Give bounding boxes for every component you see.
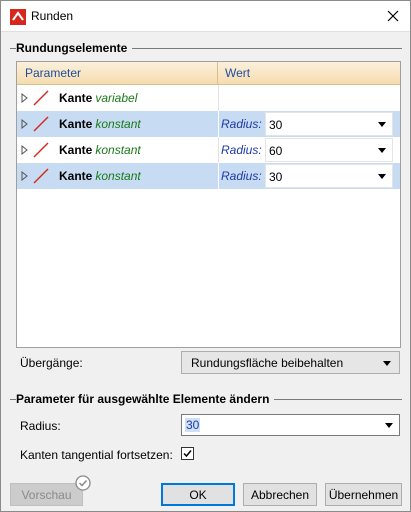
chevron-down-icon[interactable] bbox=[385, 423, 393, 428]
radius-value-combo[interactable]: 60 bbox=[265, 138, 393, 162]
row-label: Kante konstant bbox=[59, 143, 141, 157]
row-type: konstant bbox=[95, 169, 141, 183]
close-button[interactable] bbox=[376, 1, 410, 31]
radius-label: Radius: bbox=[20, 419, 61, 433]
edge-icon bbox=[33, 142, 49, 158]
tree-row[interactable]: Kante variabel bbox=[17, 85, 400, 111]
column-separator[interactable] bbox=[217, 62, 218, 85]
tree-row[interactable]: Kante konstant Radius: 30 bbox=[17, 111, 400, 137]
close-icon bbox=[387, 10, 399, 22]
edge-icon bbox=[33, 168, 49, 184]
radius-input[interactable]: 30 bbox=[185, 418, 201, 432]
column-divider bbox=[218, 137, 219, 163]
edge-icon bbox=[33, 90, 49, 106]
expand-arrow-icon[interactable] bbox=[21, 171, 29, 181]
row-type: konstant bbox=[95, 117, 141, 131]
app-icon bbox=[10, 9, 26, 25]
radius-value-combo[interactable]: 30 bbox=[265, 112, 393, 136]
edge-icon bbox=[33, 116, 49, 132]
row-param-label: Radius: bbox=[221, 143, 262, 157]
column-divider bbox=[218, 111, 219, 137]
tangential-label: Kanten tangential fortsetzen: bbox=[20, 448, 173, 462]
expand-arrow-icon[interactable] bbox=[21, 119, 29, 129]
dropdown-arrow-icon[interactable] bbox=[378, 148, 386, 153]
tree-header: Parameter Wert bbox=[17, 62, 400, 85]
transitions-label: Übergänge: bbox=[20, 356, 83, 370]
title-bar[interactable]: Runden bbox=[1, 1, 410, 32]
tangential-checkbox[interactable] bbox=[181, 447, 194, 460]
dropdown-arrow-icon[interactable] bbox=[378, 174, 386, 179]
apply-button[interactable]: Übernehmen bbox=[325, 483, 402, 506]
column-header-value[interactable]: Wert bbox=[225, 66, 250, 80]
radius-value: 30 bbox=[269, 118, 283, 132]
row-type: variabel bbox=[95, 91, 138, 105]
row-param-label: Radius: bbox=[221, 169, 262, 183]
dialog-window: Runden Rundungselemente Parameter Wert K… bbox=[0, 0, 411, 512]
elements-tree[interactable]: Parameter Wert Kante variabel Kante konsta… bbox=[16, 61, 401, 348]
cancel-button[interactable]: Abbrechen bbox=[243, 483, 317, 506]
column-header-parameter[interactable]: Parameter bbox=[25, 66, 81, 80]
radius-value: 60 bbox=[269, 144, 283, 158]
row-label: Kante konstant bbox=[59, 169, 141, 183]
row-label: Kante variabel bbox=[59, 91, 138, 105]
group-title-params: Parameter für ausgewählte Elemente änder… bbox=[16, 392, 275, 406]
row-label: Kante konstant bbox=[59, 117, 141, 131]
column-divider bbox=[218, 163, 219, 189]
expand-arrow-icon[interactable] bbox=[21, 145, 29, 155]
checkmark-icon bbox=[183, 450, 192, 458]
window-title: Runden bbox=[31, 9, 74, 23]
radius-input-value: 30 bbox=[185, 418, 201, 432]
transitions-value: Rundungsfläche beibehalten bbox=[191, 356, 344, 370]
chevron-down-icon bbox=[383, 361, 391, 366]
group-title-elements: Rundungselemente bbox=[16, 41, 133, 55]
radius-combo[interactable]: 30 bbox=[181, 414, 400, 436]
column-divider bbox=[218, 85, 219, 111]
radius-value: 30 bbox=[269, 170, 283, 184]
preview-check-icon bbox=[75, 475, 91, 491]
expand-arrow-icon[interactable] bbox=[21, 93, 29, 103]
ok-button[interactable]: OK bbox=[161, 483, 235, 506]
row-param-label: Radius: bbox=[221, 117, 262, 131]
row-type: konstant bbox=[95, 143, 141, 157]
transitions-dropdown[interactable]: Rundungsfläche beibehalten bbox=[181, 351, 400, 374]
dropdown-arrow-icon[interactable] bbox=[378, 122, 386, 127]
preview-button[interactable]: Vorschau bbox=[10, 483, 83, 506]
radius-value-combo[interactable]: 30 bbox=[265, 164, 393, 188]
tree-row[interactable]: Kante konstant Radius: 30 bbox=[17, 163, 400, 189]
tree-row[interactable]: Kante konstant Radius: 60 bbox=[17, 137, 400, 163]
